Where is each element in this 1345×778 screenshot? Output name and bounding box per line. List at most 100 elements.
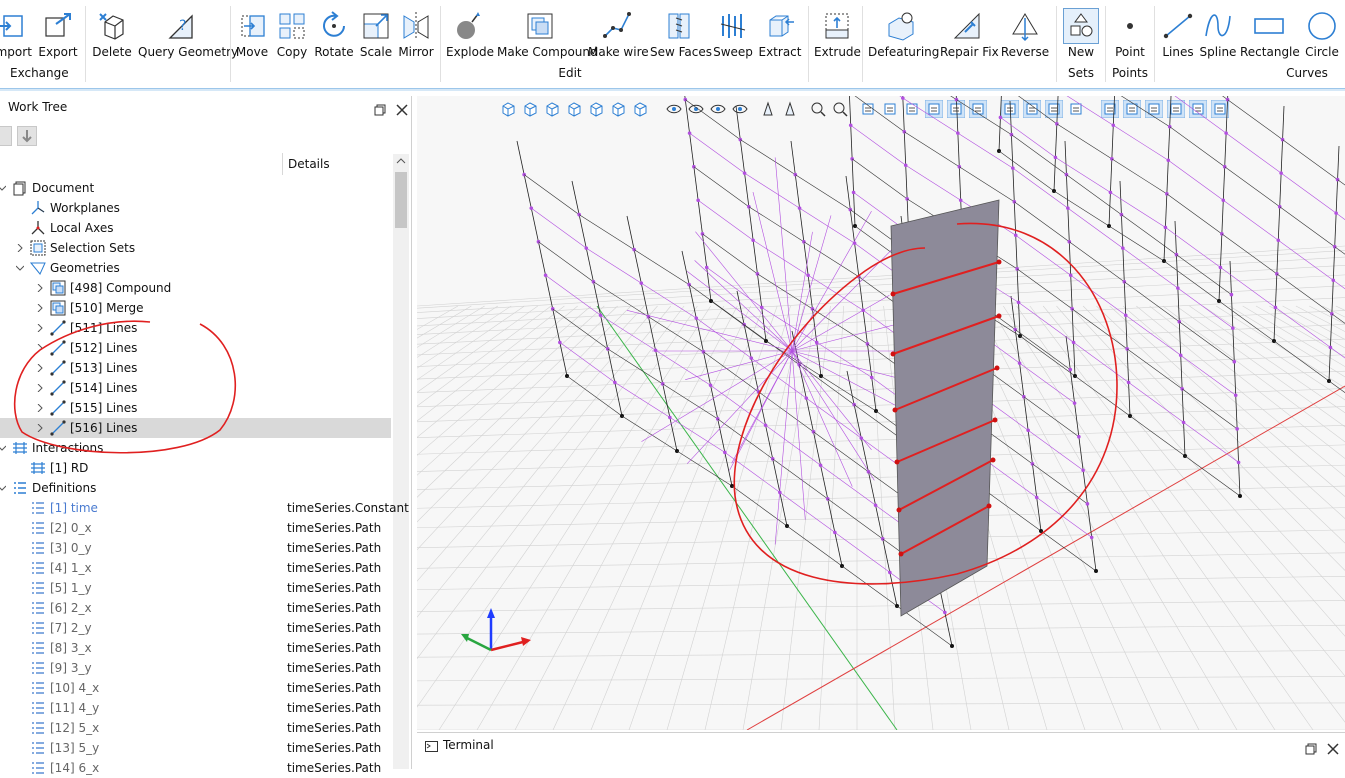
tree-row[interactable]: [3] 0_ytimeSeries.Path (0, 538, 391, 558)
chevron-right-icon[interactable] (16, 244, 24, 252)
chevron-right-icon[interactable] (36, 344, 44, 352)
tree-row[interactable]: [498] Compound (0, 278, 391, 298)
chevron-down-icon[interactable] (0, 444, 6, 452)
tree-row-detail: timeSeries.Path (287, 738, 381, 758)
tree-row[interactable]: [4] 1_xtimeSeries.Path (0, 558, 391, 578)
scroll-up-icon[interactable] (393, 154, 409, 168)
tree-row[interactable]: [1] timetimeSeries.Constant (0, 498, 391, 518)
scale-button[interactable]: Scale (358, 10, 394, 62)
chevron-right-icon[interactable] (36, 404, 44, 412)
tree-row[interactable]: [516] Lines (0, 418, 391, 438)
vertical-scrollbar[interactable] (393, 154, 409, 769)
tree-row-label: Geometries (50, 258, 120, 278)
tree-row[interactable]: [11] 4_ytimeSeries.Path (0, 698, 391, 718)
tree-row[interactable]: [513] Lines (0, 358, 391, 378)
tree-tool-button[interactable] (0, 126, 12, 146)
make-wire-button[interactable]: Make wire (588, 10, 646, 62)
reverse-button[interactable]: Reverse (998, 10, 1052, 62)
tree-row-label: [511] Lines (70, 318, 137, 338)
export-button[interactable]: Export (38, 10, 78, 62)
chevron-down-icon[interactable] (0, 184, 6, 192)
tree-row-label: [1] time (50, 498, 98, 518)
extract-button[interactable]: Extract (758, 10, 802, 62)
mirror-button[interactable]: Mirror (397, 10, 435, 62)
circle-button[interactable]: Circle (1302, 10, 1342, 62)
chevron-right-icon[interactable] (36, 384, 44, 392)
chevron-right-icon[interactable] (36, 424, 44, 432)
tree-row[interactable]: [512] Lines (0, 338, 391, 358)
rectangle-button[interactable]: Rectangle (1240, 10, 1298, 62)
close-icon[interactable] (395, 103, 409, 117)
tree-row[interactable]: [2] 0_xtimeSeries.Path (0, 518, 391, 538)
tree-row[interactable]: [5] 1_ytimeSeries.Path (0, 578, 391, 598)
tree-row[interactable]: Local Axes (0, 218, 391, 238)
tree-row[interactable]: [515] Lines (0, 398, 391, 418)
panel-title: Work Tree (8, 100, 67, 114)
tree-row[interactable]: Geometries (0, 258, 391, 278)
restore-window-icon[interactable] (1305, 743, 1317, 755)
tree-row-detail: timeSeries.Path (287, 638, 381, 658)
explode-button[interactable]: Explode (446, 10, 490, 62)
chevron-right-icon[interactable] (36, 304, 44, 312)
group-label-sets: Sets (1062, 66, 1100, 80)
3d-viewport[interactable] (417, 96, 1345, 730)
tree-row[interactable]: [12] 5_xtimeSeries.Path (0, 718, 391, 738)
tree-row-label: [510] Merge (70, 298, 144, 318)
tree-row[interactable]: [13] 5_ytimeSeries.Path (0, 738, 391, 758)
sew-faces-label: Sew Faces (650, 45, 708, 59)
point-button[interactable]: Point (1110, 10, 1150, 62)
shear-wall-panel[interactable] (891, 200, 999, 616)
tree-row-label: Local Axes (50, 218, 114, 238)
tree-row[interactable]: [6] 2_xtimeSeries.Path (0, 598, 391, 618)
scrollbar-thumb[interactable] (395, 172, 407, 228)
new-set-button[interactable]: New (1062, 10, 1100, 62)
move-down-button[interactable] (17, 126, 37, 146)
rotate-button[interactable]: Rotate (314, 10, 354, 62)
tree-row-detail: timeSeries.Path (287, 758, 381, 778)
tree-row[interactable]: Interactions (0, 438, 391, 458)
chevron-right-icon[interactable] (36, 364, 44, 372)
tree-row[interactable]: [511] Lines (0, 318, 391, 338)
tree-row[interactable]: [514] Lines (0, 378, 391, 398)
make-compound-button[interactable]: Make Compound (497, 10, 583, 62)
list-icon (30, 740, 46, 756)
copy-button[interactable]: Copy (274, 10, 310, 62)
tree-row[interactable]: Definitions (0, 478, 391, 498)
local-axes-icon (30, 220, 46, 236)
make-compound-icon (524, 10, 556, 42)
tree-row[interactable]: Selection Sets (0, 238, 391, 258)
repair-fix-button[interactable]: Repair Fix (940, 10, 994, 62)
chevron-down-icon[interactable] (0, 484, 6, 492)
extrude-button[interactable]: Extrude (814, 10, 858, 62)
lines-button[interactable]: Lines (1160, 10, 1196, 62)
query-geometry-button[interactable]: ? Query Geometry (138, 10, 224, 62)
tree-row[interactable]: [1] RD (0, 458, 391, 478)
tree-row[interactable]: [8] 3_xtimeSeries.Path (0, 638, 391, 658)
spline-button[interactable]: Spline (1198, 10, 1238, 62)
delete-button[interactable]: Delete (92, 10, 132, 62)
tree-row[interactable]: Workplanes (0, 198, 391, 218)
defeaturing-button[interactable]: Defeaturing (868, 10, 934, 62)
tree-row[interactable]: [14] 6_xtimeSeries.Path (0, 758, 391, 778)
tree-row[interactable]: [10] 4_xtimeSeries.Path (0, 678, 391, 698)
move-button[interactable]: Move (234, 10, 270, 62)
tree-row[interactable]: [7] 2_ytimeSeries.Path (0, 618, 391, 638)
tree-row[interactable]: Document (0, 178, 391, 198)
tree-row[interactable]: [510] Merge (0, 298, 391, 318)
sweep-button[interactable]: Sweep (713, 10, 753, 62)
sweep-label: Sweep (713, 45, 753, 59)
tree-row-detail: timeSeries.Path (287, 698, 381, 718)
chevron-right-icon[interactable] (36, 324, 44, 332)
import-button[interactable]: Import (0, 10, 32, 62)
tree-row[interactable]: [9] 3_ytimeSeries.Path (0, 658, 391, 678)
tree-row-detail: timeSeries.Path (287, 558, 381, 578)
chevron-down-icon[interactable] (16, 264, 24, 272)
close-icon[interactable] (1326, 742, 1340, 756)
model-scene[interactable] (417, 96, 1345, 730)
column-header-details[interactable]: Details (288, 153, 330, 175)
rotate-label: Rotate (314, 45, 354, 59)
column-header-item[interactable]: It (0, 153, 274, 175)
chevron-right-icon[interactable] (36, 284, 44, 292)
restore-window-icon[interactable] (374, 104, 386, 116)
sew-faces-button[interactable]: Sew Faces (650, 10, 708, 62)
